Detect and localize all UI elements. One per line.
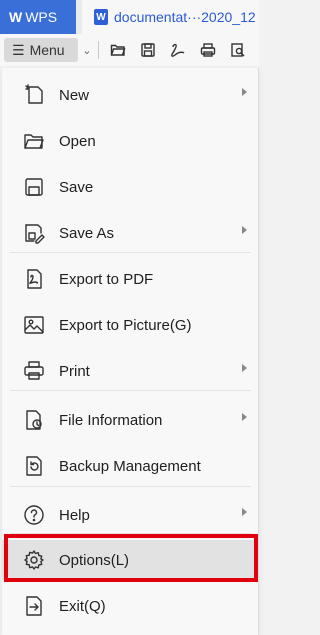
menu-divider [10,252,251,253]
file-menu-dropdown: New Open Save Save As Export to PDF Expo… [2,68,259,635]
exit-icon [22,594,46,618]
menu-divider [10,390,251,391]
chevron-right-icon [242,508,247,516]
wps-logo-icon: W [9,9,22,25]
menu-item-exit[interactable]: Exit(Q) [2,586,259,626]
help-icon [22,503,46,527]
toolbar-divider [98,41,99,59]
menu-item-label: Export to Picture(G) [59,316,192,334]
document-tab-label: documentat···2020_12 [114,9,256,25]
chevron-right-icon [242,364,247,372]
menu-item-label: Help [59,506,90,524]
print-icon[interactable] [193,38,223,62]
save-icon [22,175,46,199]
open-folder-icon[interactable] [103,38,133,62]
wps-home-tab[interactable]: W WPS [0,0,76,34]
save-as-icon [22,221,46,245]
menu-item-label: Save [59,178,94,196]
export-picture-icon [22,313,46,337]
export-pdf-icon[interactable] [163,38,193,62]
hamburger-icon: ☰ [12,42,25,58]
new-document-icon [22,83,46,107]
chevron-right-icon [242,88,247,96]
menu-item-label: Save As [59,224,115,242]
menu-button-label: Menu [29,42,65,58]
save-icon[interactable] [133,38,163,62]
document-tab[interactable]: W documentat···2020_12 [76,0,259,34]
quick-access-toolbar: ☰ Menu ⌄ [0,34,259,66]
menu-item-save-as[interactable]: Save As [2,213,259,253]
menu-item-options[interactable]: Options(L) [2,540,259,580]
menu-item-export-picture[interactable]: Export to Picture(G) [2,305,259,345]
menu-item-label: Exit(Q) [59,597,106,615]
menu-item-label: Export to PDF [59,270,154,288]
title-tab-bar: W WPS W documentat···2020_12 [0,0,259,34]
menu-item-backup-management[interactable]: Backup Management [2,446,259,486]
chevron-right-icon [242,413,247,421]
menu-button[interactable]: ☰ Menu [4,38,78,62]
menu-item-open[interactable]: Open [2,121,259,161]
menu-item-new[interactable]: New [2,75,259,115]
menu-item-file-information[interactable]: File Information [2,400,259,440]
chevron-down-icon[interactable]: ⌄ [78,44,96,57]
word-document-icon: W [94,9,108,25]
export-pdf-icon [22,267,46,291]
file-info-icon [22,408,46,432]
wps-tab-label: WPS [25,9,58,25]
open-folder-icon [22,129,46,153]
backup-icon [22,454,46,478]
options-gear-icon [22,548,46,572]
menu-item-label: File Information [59,411,163,429]
chevron-right-icon [242,226,247,234]
menu-item-label: Open [59,132,96,150]
menu-item-print[interactable]: Print [2,351,259,391]
menu-item-label: Print [59,362,90,380]
menu-item-export-pdf[interactable]: Export to PDF [2,259,259,299]
menu-item-label: New [59,86,90,104]
menu-item-label: Options(L) [59,551,130,569]
menu-divider [10,533,251,534]
menu-item-label: Backup Management [59,457,201,475]
print-icon [22,359,46,383]
menu-item-save[interactable]: Save [2,167,259,207]
menu-item-help[interactable]: Help [2,495,259,535]
menu-divider [10,486,251,487]
print-preview-icon[interactable] [223,38,253,62]
